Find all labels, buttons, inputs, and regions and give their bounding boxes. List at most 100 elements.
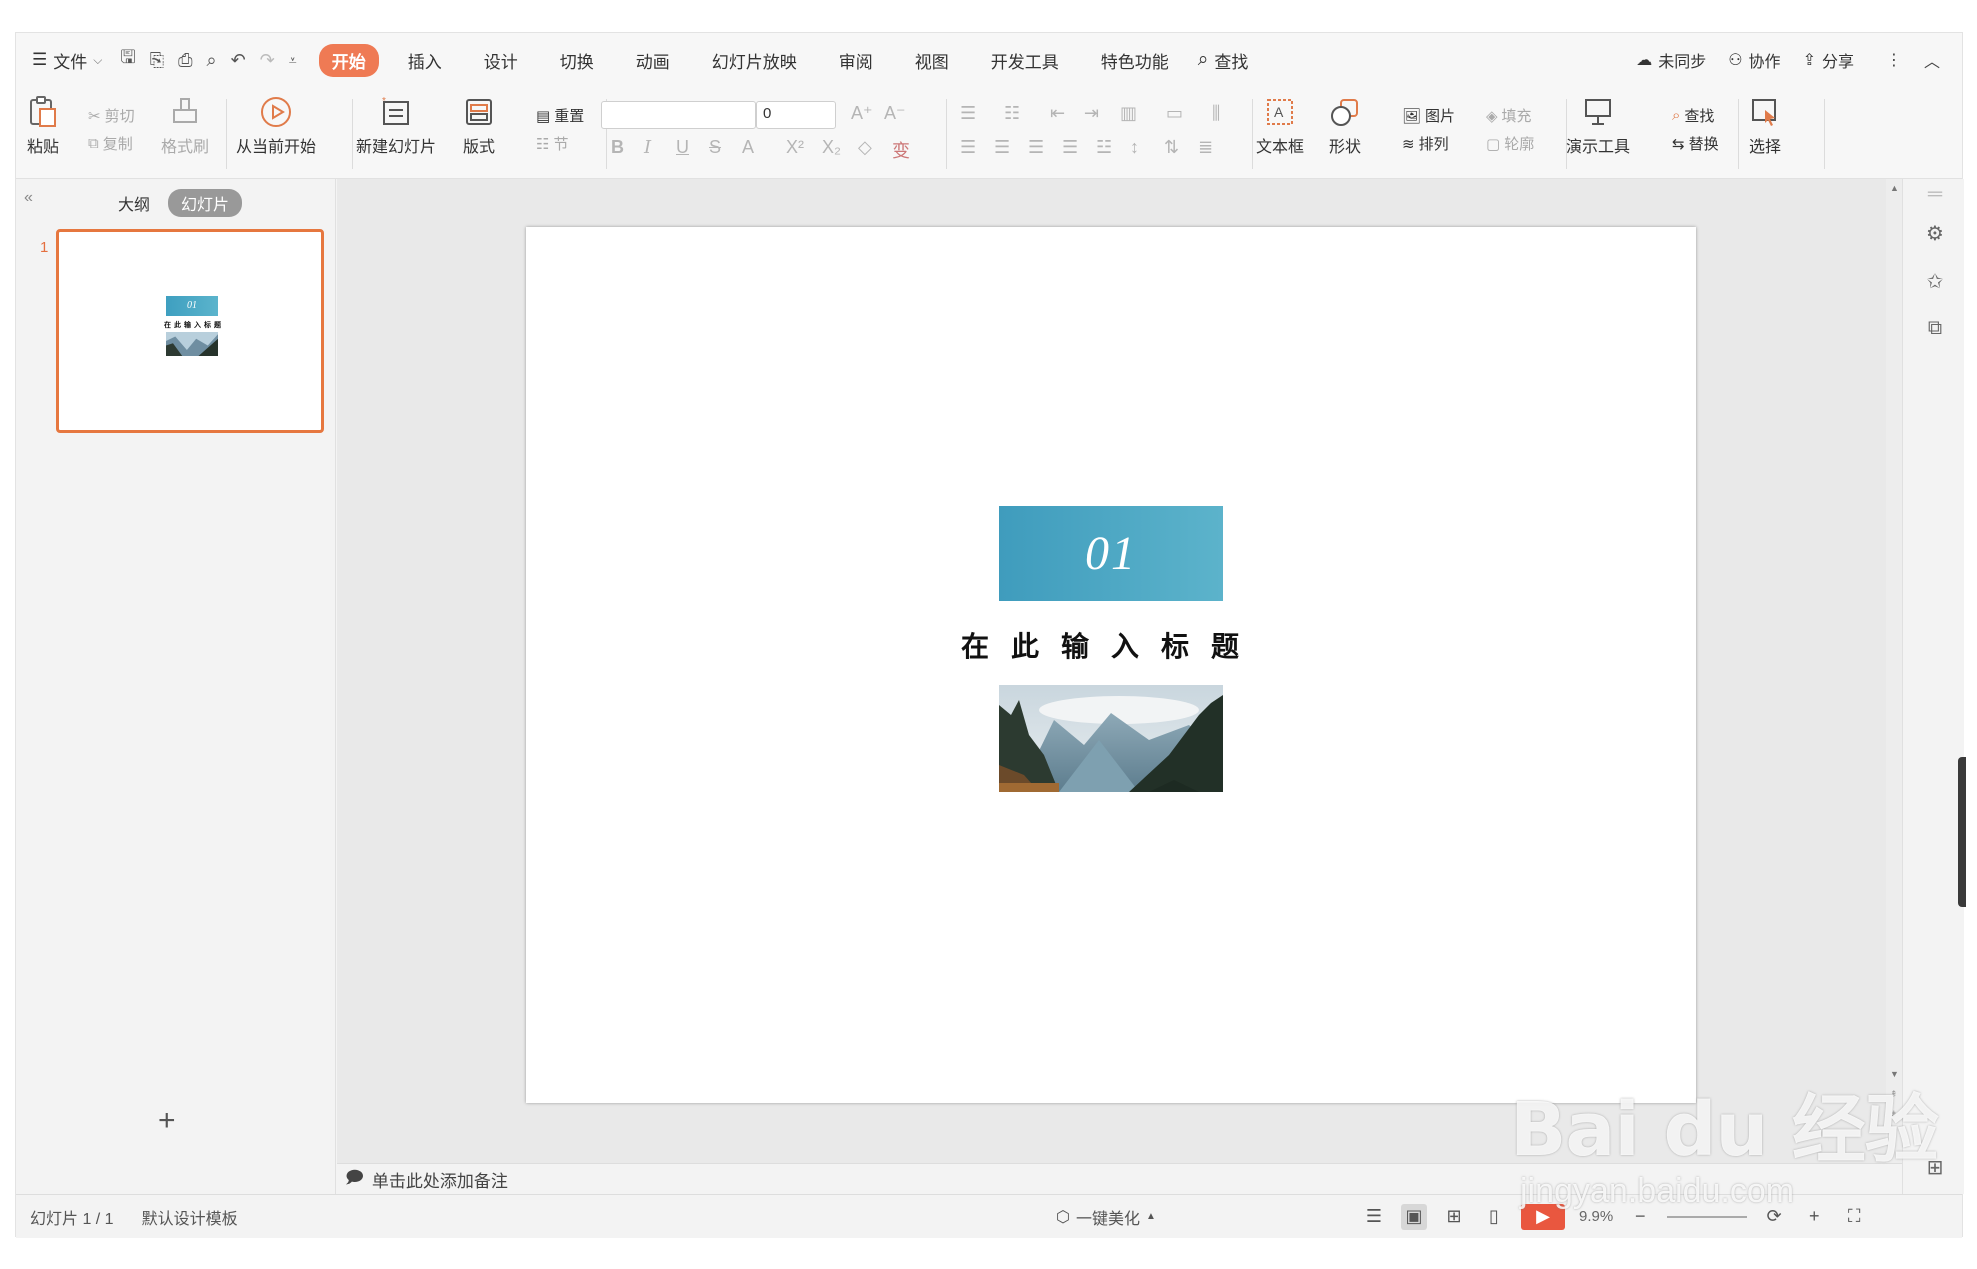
properties-icon[interactable]: ⚙ — [1923, 221, 1947, 245]
side-edge-handle[interactable] — [1958, 757, 1966, 907]
add-slide-icon[interactable]: + — [158, 1104, 176, 1138]
collapse-panel-icon[interactable]: « — [24, 189, 33, 207]
line-spacing-icon[interactable]: ↕ — [1130, 137, 1139, 158]
tab-slideshow[interactable]: 幻灯片放映 — [699, 44, 810, 77]
decrease-font-icon[interactable]: A⁻ — [884, 103, 906, 124]
tab-transitions[interactable]: 切换 — [547, 44, 607, 77]
tab-review[interactable]: 审阅 — [826, 44, 886, 77]
increase-font-icon[interactable]: A⁺ — [851, 103, 873, 124]
print-preview-icon[interactable]: ⌕ — [207, 50, 217, 71]
shape-button[interactable]: 形状 — [1328, 95, 1362, 157]
underline-icon[interactable]: U — [676, 137, 689, 158]
layout-button[interactable]: 版式 — [462, 95, 496, 157]
tab-developer[interactable]: 开发工具 — [978, 44, 1072, 77]
more-options-icon[interactable]: ⋮ — [1886, 50, 1902, 70]
zoom-slider[interactable] — [1667, 1215, 1748, 1218]
zoom-in-icon[interactable]: + — [1801, 1204, 1827, 1230]
cut-button[interactable]: ✂ 剪切 — [88, 105, 135, 126]
slide-canvas[interactable]: 01 在此输入标题 — [526, 227, 1696, 1103]
transition-icon[interactable]: ⧉ — [1923, 317, 1947, 341]
slide-thumbnail[interactable]: 01 在此输入标题 — [56, 229, 324, 433]
decrease-indent-icon[interactable]: ⇤ — [1050, 103, 1065, 124]
picture-label: 图片 — [1425, 108, 1456, 125]
font-family-select[interactable] — [601, 101, 756, 129]
file-menu[interactable]: ☰ 文件 ⌵ — [32, 48, 102, 73]
collaborate-button[interactable]: ⚇ 协作 — [1728, 48, 1780, 72]
scroll-up-icon[interactable]: ▲ — [1890, 183, 1899, 193]
tab-special-features[interactable]: 特色功能 — [1088, 44, 1182, 77]
character-spacing-icon[interactable]: 变 — [892, 137, 910, 163]
increase-indent-icon[interactable]: ⇥ — [1084, 103, 1099, 124]
one-click-beautify-button[interactable]: ⬡ 一键美化 ▲ — [1056, 1205, 1156, 1229]
customize-toolbar-icon[interactable]: ⩡ — [289, 52, 297, 69]
strikethrough-icon[interactable]: S — [709, 137, 721, 158]
tab-view[interactable]: 视图 — [902, 44, 962, 77]
presenter-tools-button[interactable]: 演示工具 — [1566, 95, 1630, 157]
picture-button[interactable]: 🖼 图片 — [1402, 105, 1455, 126]
align-text-icon[interactable]: ⫼ — [1212, 103, 1220, 124]
from-current-slide-button[interactable]: 从当前开始 — [236, 95, 316, 157]
print-icon[interactable]: ⎙ — [178, 50, 192, 71]
tab-animations[interactable]: 动画 — [623, 44, 683, 77]
tab-slides[interactable]: 幻灯片 — [168, 189, 243, 217]
paste-button[interactable]: 粘贴 — [26, 95, 60, 157]
share-button[interactable]: ⇪ 分享 — [1803, 48, 1854, 72]
align-right-icon[interactable]: ☰ — [1028, 137, 1044, 158]
normal-view-icon[interactable]: ▣ — [1401, 1203, 1427, 1230]
text-direction-icon[interactable]: ▭ — [1166, 103, 1183, 124]
numbered-list-icon[interactable]: ☷ — [1004, 103, 1020, 124]
align-left-icon[interactable]: ☰ — [960, 137, 976, 158]
new-slide-button[interactable]: * 新建幻灯片 — [356, 95, 436, 157]
tab-outline[interactable]: 大纲 — [118, 191, 150, 215]
slide-editor: 01 在此输入标题 ▲ ▼ ⇞ ⇟ — [337, 179, 1902, 1163]
tab-insert[interactable]: 插入 — [395, 44, 455, 77]
bullet-list-icon[interactable]: ☰ — [960, 103, 976, 124]
select-button[interactable]: 选择 — [1748, 95, 1782, 157]
slide-title[interactable]: 在此输入标题 — [916, 625, 1306, 665]
section-button[interactable]: ☷ 节 — [536, 133, 568, 154]
undo-icon[interactable]: ↶ — [231, 50, 246, 71]
search-command[interactable]: ⌕ 查找 — [1198, 48, 1249, 73]
new-slide-label: 新建幻灯片 — [356, 139, 437, 156]
subscript-icon[interactable]: X₂ — [822, 137, 841, 158]
fill-button[interactable]: ◈ 填充 — [1486, 105, 1532, 126]
redo-icon[interactable]: ↷ — [260, 50, 275, 71]
font-color-icon[interactable]: A — [742, 137, 754, 158]
save-icon[interactable]: 🖫 — [120, 45, 135, 75]
sync-status[interactable]: ☁ 未同步 — [1636, 48, 1706, 72]
superscript-icon[interactable]: X² — [786, 137, 804, 158]
collapse-ribbon-icon[interactable]: ︿ — [1924, 48, 1940, 72]
textbox-button[interactable]: A 文本框 — [1256, 95, 1304, 157]
columns-icon[interactable]: ▥ — [1120, 103, 1137, 124]
tab-home[interactable]: 开始 — [318, 43, 379, 77]
export-pdf-icon[interactable]: ⎘ — [150, 50, 164, 71]
vertical-scrollbar[interactable]: ▲ ▼ ⇞ ⇟ — [1886, 179, 1902, 1163]
replace-button[interactable]: ⇆ 替换 — [1672, 133, 1719, 154]
section-number-box[interactable]: 01 — [999, 506, 1223, 601]
reading-view-icon[interactable]: ▯ — [1481, 1204, 1507, 1230]
distribute-icon[interactable]: ☳ — [1096, 137, 1112, 158]
find-button[interactable]: ⌕ 查找 — [1672, 105, 1714, 126]
layout-icon — [462, 95, 496, 129]
bold-icon[interactable]: B — [611, 137, 624, 158]
italic-icon[interactable]: I — [644, 137, 651, 158]
font-size-select[interactable]: 0 — [756, 101, 836, 129]
notes-toggle-icon[interactable]: ☰ — [1361, 1204, 1387, 1230]
clear-format-icon[interactable]: ◇ — [858, 137, 872, 158]
format-painter-button[interactable]: 格式刷 — [161, 95, 209, 157]
reset-button[interactable]: ▤ 重置 — [536, 105, 584, 126]
paragraph-settings-icon[interactable]: ≣ — [1198, 137, 1213, 158]
align-center-icon[interactable]: ☰ — [994, 137, 1010, 158]
template-name[interactable]: 默认设计模板 — [142, 1205, 238, 1229]
slide-sorter-icon[interactable]: ⊞ — [1441, 1204, 1467, 1230]
ribbon-separator — [1252, 99, 1253, 169]
outline-button[interactable]: ▢ 轮廓 — [1486, 133, 1534, 154]
paragraph-spacing-icon[interactable]: ⇅ — [1164, 137, 1179, 158]
mountain-photo[interactable] — [999, 685, 1223, 792]
tab-design[interactable]: 设计 — [471, 44, 531, 77]
copy-button[interactable]: ⧉ 复制 — [88, 133, 133, 154]
justify-icon[interactable]: ☰ — [1062, 137, 1078, 158]
animation-icon[interactable]: ✩ — [1923, 269, 1947, 293]
arrange-button[interactable]: ≋ 排列 — [1402, 133, 1449, 154]
fullscreen-icon[interactable]: ⛶ — [1841, 1204, 1867, 1230]
